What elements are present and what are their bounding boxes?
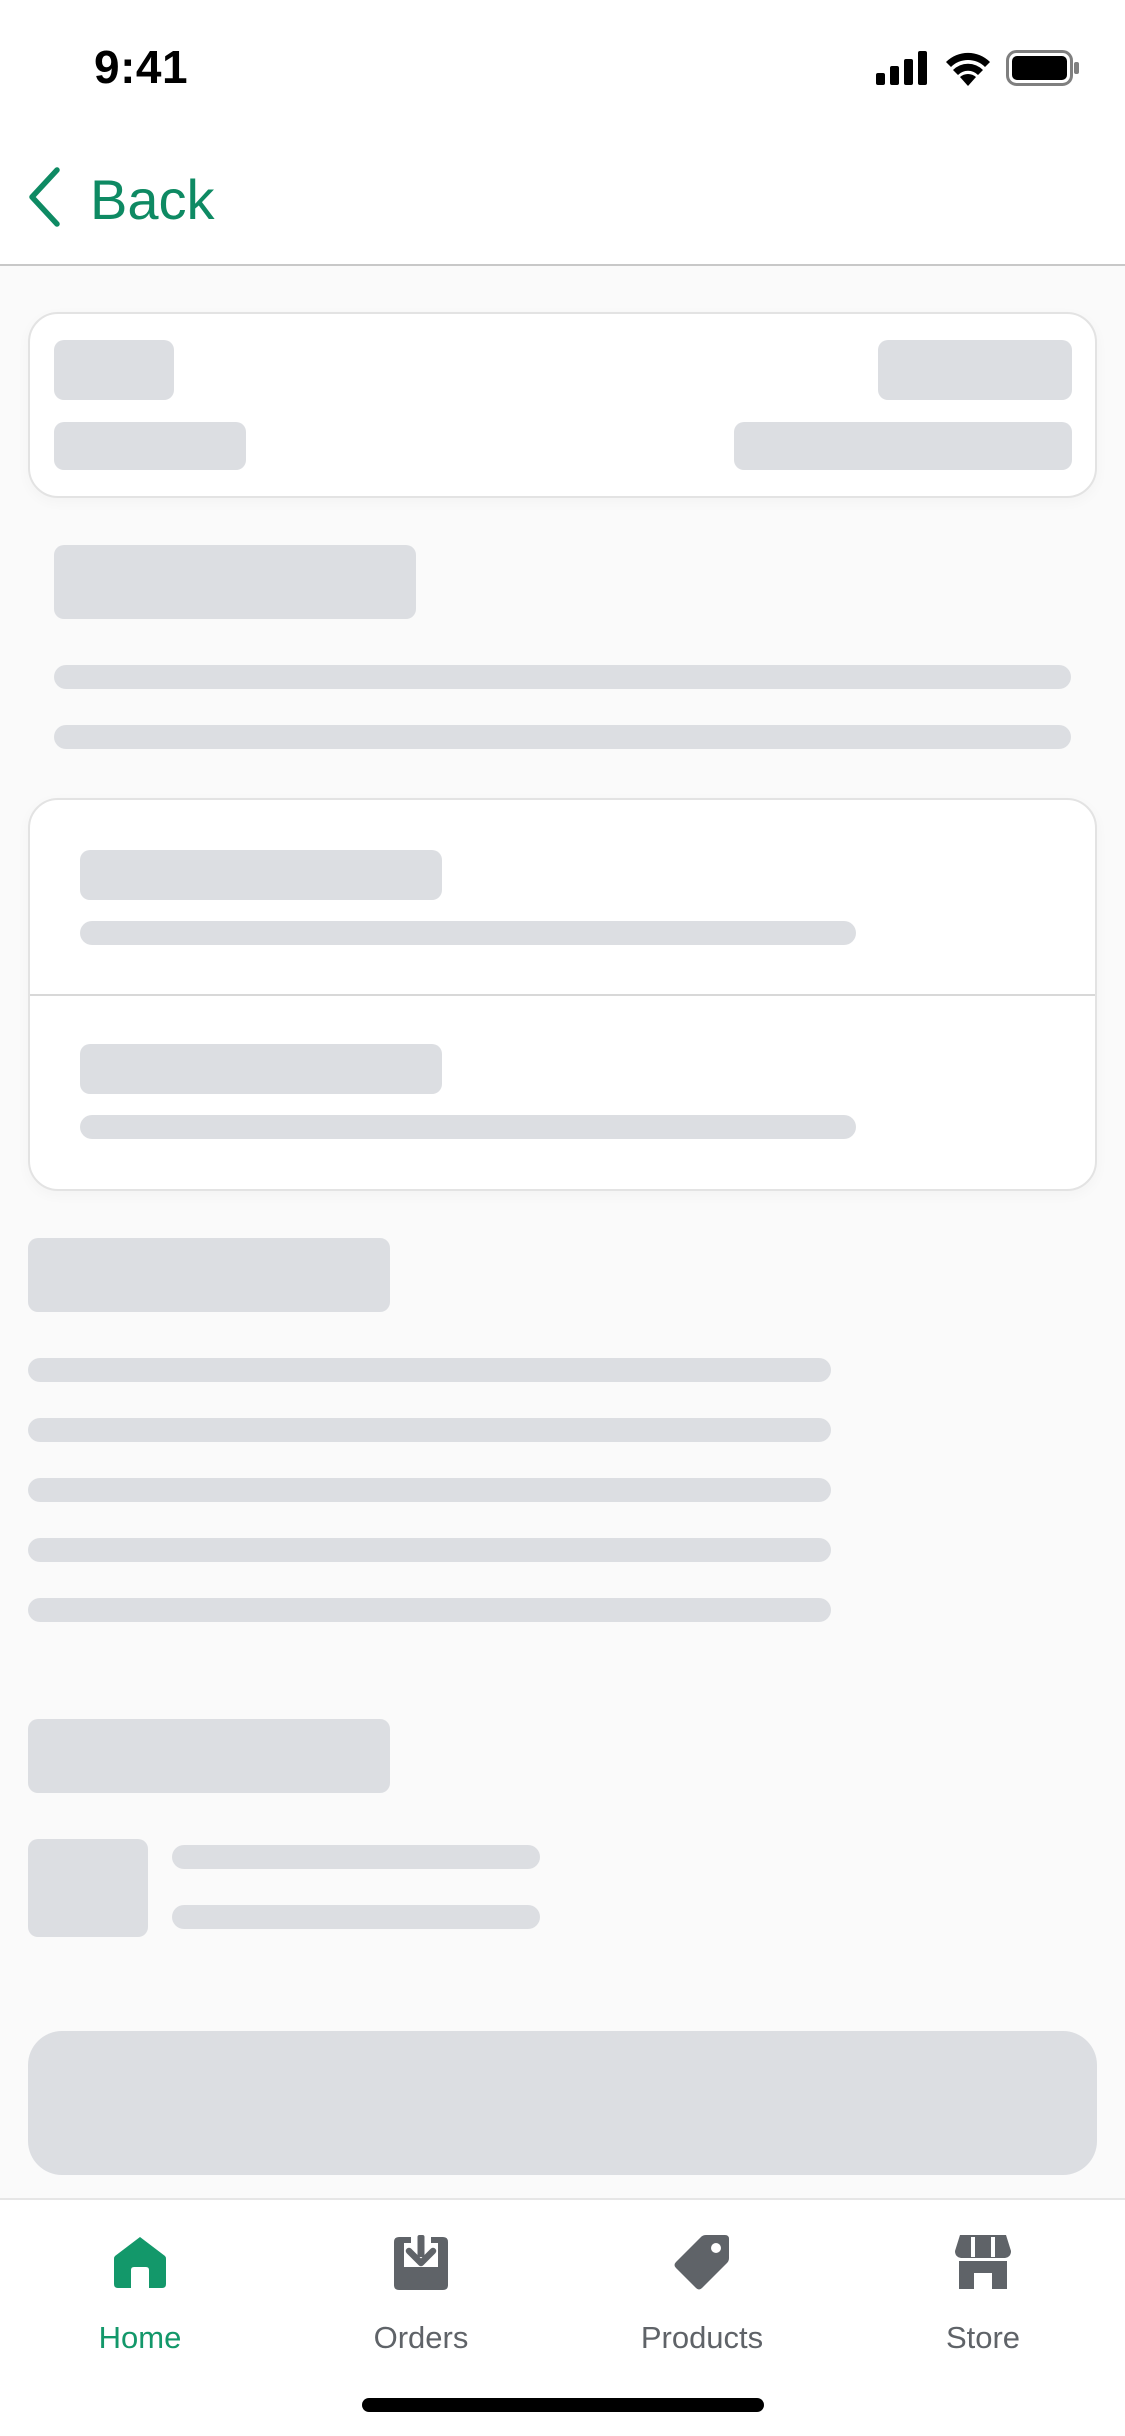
skeleton-line	[172, 1905, 540, 1929]
skeleton-line	[54, 725, 1071, 749]
skeleton-block	[734, 422, 1072, 470]
wifi-icon	[944, 50, 992, 91]
tab-store[interactable]: Store	[883, 2230, 1083, 2390]
tab-orders[interactable]: Orders	[321, 2230, 521, 2390]
battery-icon	[1006, 50, 1080, 91]
skeleton-block	[878, 340, 1072, 400]
skeleton-primary-button[interactable]	[28, 2031, 1097, 2175]
skeleton-line	[28, 1598, 831, 1622]
status-bar: 9:41	[0, 0, 1125, 132]
screen: 9:41 Back Home Orders Products Store	[0, 0, 1125, 2436]
skeleton-block	[80, 850, 442, 900]
tab-label: Home	[98, 2320, 182, 2355]
tag-icon	[670, 2230, 734, 2294]
list-card-skeleton	[28, 798, 1097, 1191]
home-icon	[108, 2230, 172, 2294]
signal-icon	[876, 51, 930, 90]
tab-label: Orders	[373, 2320, 469, 2355]
tab-home[interactable]: Home	[40, 2230, 240, 2390]
skeleton-block	[80, 1044, 442, 1094]
skeleton-line	[28, 1418, 831, 1442]
home-indicator	[362, 2398, 764, 2412]
tab-label: Store	[945, 2320, 1021, 2355]
skeleton-line	[28, 1478, 831, 1502]
skeleton-line	[28, 1358, 831, 1382]
tab-label: Products	[640, 2320, 764, 2355]
summary-card-skeleton	[28, 312, 1097, 498]
inbox-download-icon	[389, 2230, 453, 2294]
status-icons	[876, 50, 1080, 91]
skeleton-line	[80, 921, 856, 945]
back-button[interactable]: Back	[26, 164, 215, 234]
skeleton-heading	[28, 1719, 390, 1793]
skeleton-line	[172, 1845, 540, 1869]
storefront-icon	[951, 2230, 1015, 2294]
skeleton-heading	[54, 545, 416, 619]
skeleton-block	[54, 422, 246, 470]
status-time: 9:41	[94, 41, 189, 93]
skeleton-line	[54, 665, 1071, 689]
skeleton-heading	[28, 1238, 390, 1312]
chevron-left-icon	[26, 166, 62, 233]
card-divider	[30, 994, 1095, 996]
nav-bar: Back	[0, 132, 1125, 266]
skeleton-block	[54, 340, 174, 400]
skeleton-thumbnail	[28, 1839, 148, 1937]
skeleton-line	[80, 1115, 856, 1139]
back-label: Back	[90, 167, 215, 231]
skeleton-line	[28, 1538, 831, 1562]
tab-products[interactable]: Products	[602, 2230, 802, 2390]
